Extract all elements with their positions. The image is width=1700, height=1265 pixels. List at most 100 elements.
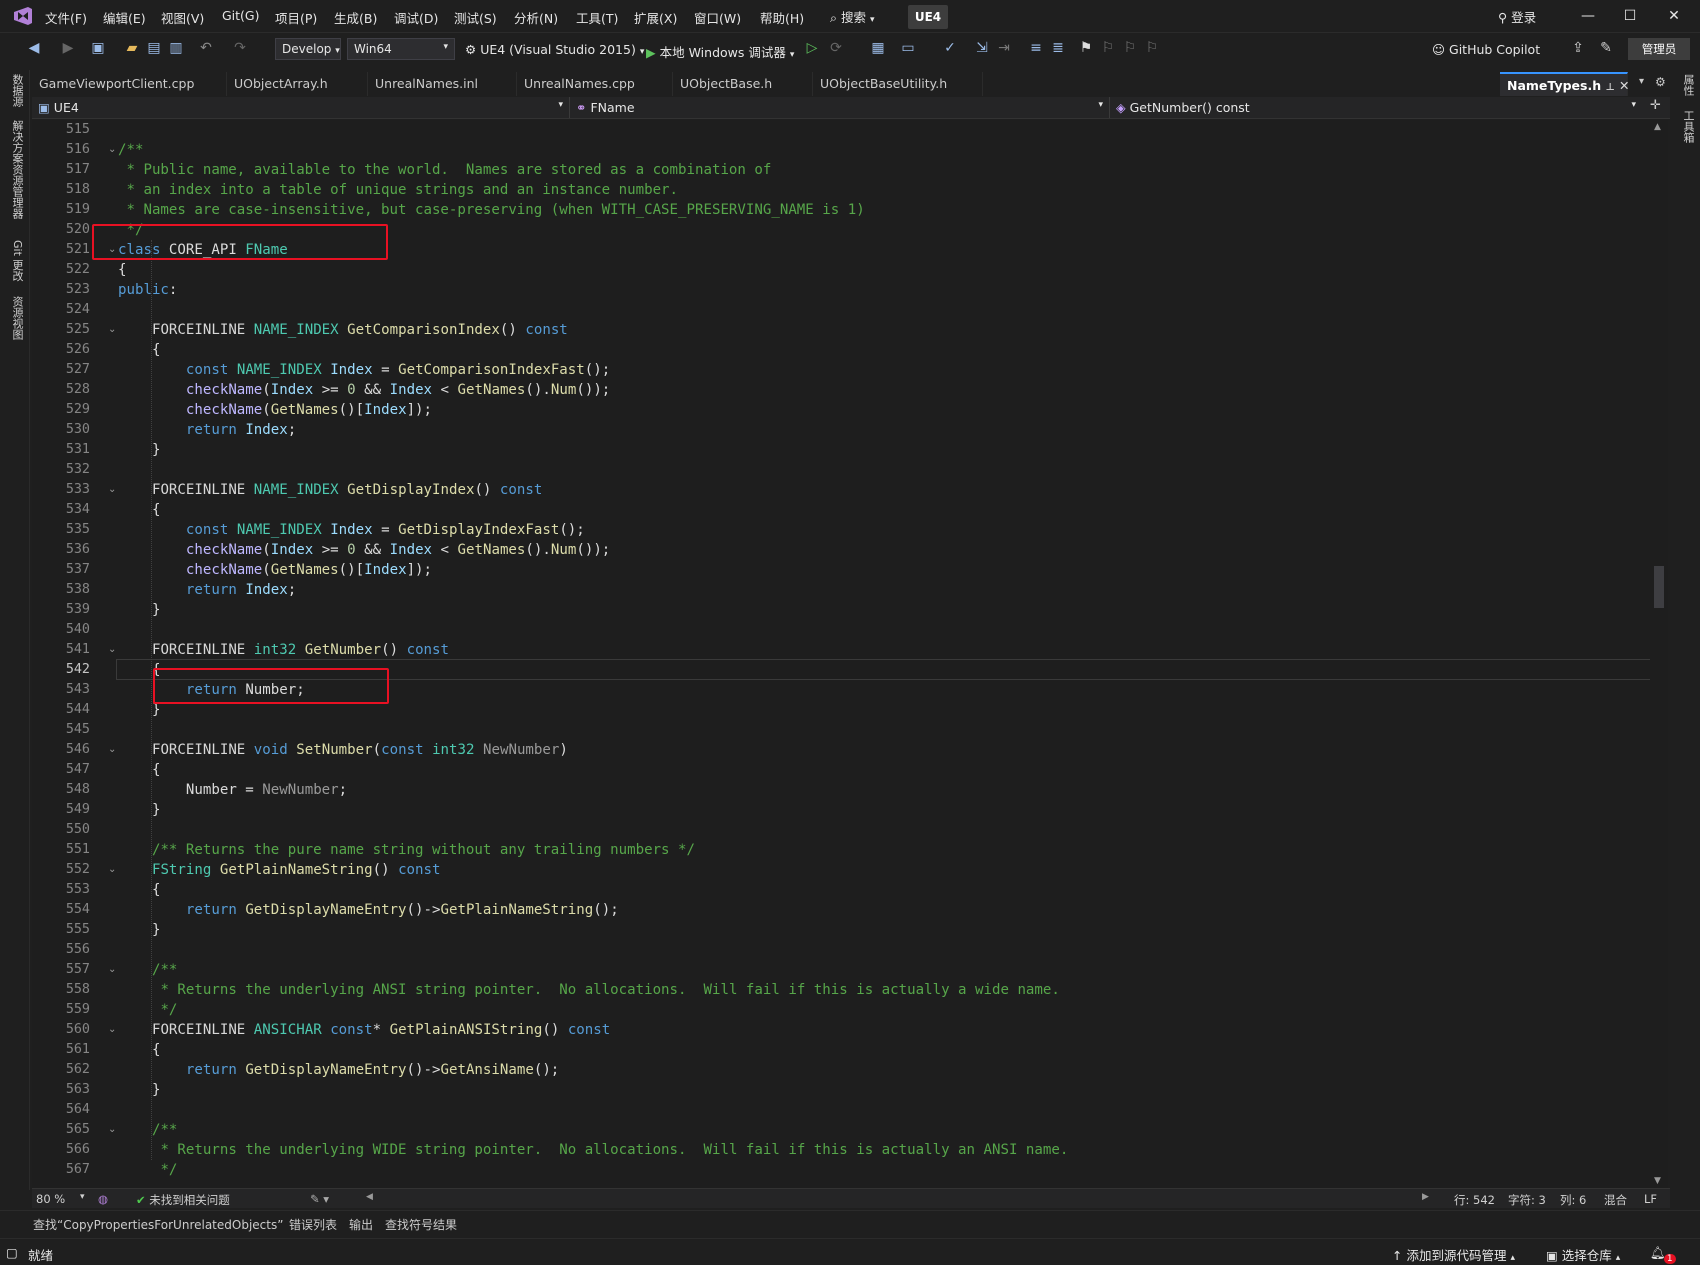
- zoom-level[interactable]: 80 %: [36, 1192, 65, 1206]
- code-cleanup-icon[interactable]: ✎ ▾: [310, 1192, 329, 1206]
- close-tab-icon[interactable]: ✕: [1619, 78, 1629, 93]
- code-line[interactable]: }: [118, 440, 161, 460]
- code-line[interactable]: {: [118, 1040, 161, 1060]
- login-button[interactable]: ⚲ 登录: [1498, 7, 1536, 26]
- menu-tools[interactable]: 工具(T): [576, 8, 618, 27]
- menu-debug[interactable]: 调试(D): [394, 8, 438, 27]
- undo-icon[interactable]: ↶: [198, 40, 214, 56]
- start-debugging-button[interactable]: ▶ 本地 Windows 调试器 ▾: [646, 42, 794, 61]
- code-line[interactable]: FString GetPlainNameString() const: [118, 860, 441, 880]
- save-all-icon[interactable]: ▥: [168, 40, 184, 56]
- code-line[interactable]: return GetDisplayNameEntry()->GetAnsiNam…: [118, 1060, 559, 1080]
- start-without-debugging-icon[interactable]: ▷: [804, 40, 820, 56]
- code-line[interactable]: return Index;: [118, 580, 296, 600]
- menu-git[interactable]: Git(G): [222, 8, 260, 23]
- tab-uobjectbase[interactable]: UObjectBase.h: [673, 72, 813, 96]
- code-line[interactable]: * Names are case-insensitive, but case-p…: [118, 200, 864, 220]
- menu-project[interactable]: 项目(P): [275, 8, 317, 27]
- select-repository-button[interactable]: ▣ 选择仓库 ▴: [1546, 1245, 1620, 1264]
- code-line[interactable]: Number = NewNumber;: [118, 780, 347, 800]
- hot-reload-icon[interactable]: ⟳: [828, 40, 844, 56]
- startup-project-dropdown[interactable]: ⚙ UE4 (Visual Studio 2015) ▾: [465, 42, 644, 57]
- search-button[interactable]: ⌕ 搜索 ▾: [830, 7, 875, 26]
- code-line[interactable]: checkName(Index >= 0 && Index < GetNames…: [118, 380, 610, 400]
- tab-unrealnames-cpp[interactable]: UnrealNames.cpp: [517, 72, 673, 96]
- code-line[interactable]: /** Returns the pure name string without…: [118, 840, 695, 860]
- copilot-status-icon[interactable]: ◍: [98, 1192, 108, 1206]
- code-line[interactable]: }: [118, 600, 161, 620]
- scroll-down-icon[interactable]: ▼: [1654, 1176, 1661, 1186]
- fold-toggle-icon[interactable]: ⌄: [108, 740, 118, 760]
- code-line[interactable]: * Returns the underlying WIDE string poi…: [118, 1140, 1068, 1160]
- code-line[interactable]: FORCEINLINE ANSICHAR const* GetPlainANSI…: [118, 1020, 610, 1040]
- tab-uobjectarray[interactable]: UObjectArray.h: [227, 72, 368, 96]
- close-button[interactable]: ✕: [1654, 5, 1694, 27]
- fold-toggle-icon[interactable]: ⌄: [108, 640, 118, 660]
- add-to-source-control-button[interactable]: ↑ 添加到源代码管理 ▴: [1392, 1245, 1515, 1264]
- code-line[interactable]: {: [118, 500, 161, 520]
- indent-icon[interactable]: ≡: [1028, 40, 1044, 56]
- code-line[interactable]: return Index;: [118, 420, 296, 440]
- whitespace-indicator[interactable]: 混合: [1604, 1192, 1627, 1208]
- forward-icon[interactable]: ▶: [60, 40, 76, 56]
- redo-icon[interactable]: ↷: [232, 40, 248, 56]
- left-strip-data-sources[interactable]: 数据源: [9, 74, 25, 107]
- fold-toggle-icon[interactable]: ⌄: [108, 960, 118, 980]
- maximize-button[interactable]: ☐: [1610, 5, 1650, 27]
- code-line[interactable]: {: [118, 760, 161, 780]
- open-folder-icon[interactable]: ▰: [124, 40, 140, 56]
- code-line[interactable]: /**: [118, 960, 177, 980]
- code-line[interactable]: public:: [118, 280, 177, 300]
- issues-indicator[interactable]: ✔ 未找到相关问题: [136, 1192, 230, 1208]
- code-line[interactable]: FORCEINLINE NAME_INDEX GetDisplayIndex()…: [118, 480, 542, 500]
- window-layout-icon[interactable]: ▭: [900, 40, 916, 56]
- solution-explorer-icon[interactable]: ▦: [870, 40, 886, 56]
- code-line[interactable]: const NAME_INDEX Index = GetComparisonIn…: [118, 360, 610, 380]
- code-line[interactable]: checkName(Index >= 0 && Index < GetNames…: [118, 540, 610, 560]
- code-editor[interactable]: 515 516 ⌄/** 517 * Public name, available t…: [32, 120, 1650, 1188]
- code-line[interactable]: /**: [118, 1120, 177, 1140]
- tab-find-results[interactable]: 查找“CopyPropertiesForUnrelatedObjects”: [33, 1216, 283, 1233]
- clear-bookmarks-icon[interactable]: ⚐: [1144, 40, 1160, 56]
- outdent-icon[interactable]: ≣: [1050, 40, 1066, 56]
- line-indicator[interactable]: 行: 542: [1454, 1192, 1495, 1208]
- settings-icon[interactable]: ⚙: [1655, 75, 1666, 89]
- right-strip-properties[interactable]: 属性: [1680, 74, 1696, 96]
- code-line[interactable]: {: [118, 260, 127, 280]
- code-line[interactable]: * Public name, available to the world. N…: [118, 160, 771, 180]
- tab-output[interactable]: 输出: [349, 1216, 373, 1233]
- fold-toggle-icon[interactable]: ⌄: [108, 860, 118, 880]
- pin-icon[interactable]: ⊥: [1605, 82, 1614, 93]
- save-icon[interactable]: ▤: [146, 40, 162, 56]
- fold-toggle-icon[interactable]: ⌄: [108, 1020, 118, 1040]
- chevron-down-icon[interactable]: ▾: [80, 1192, 85, 1202]
- left-strip-git-changes[interactable]: Git 更改: [9, 240, 25, 281]
- menu-help[interactable]: 帮助(H): [760, 8, 804, 27]
- code-line[interactable]: return GetDisplayNameEntry()->GetPlainNa…: [118, 900, 619, 920]
- fold-toggle-icon[interactable]: ⌄: [108, 1120, 118, 1140]
- right-strip-toolbox[interactable]: 工具箱: [1680, 110, 1696, 143]
- split-editor-icon[interactable]: ✛: [1650, 98, 1661, 113]
- menu-test[interactable]: 测试(S): [454, 8, 497, 27]
- code-line[interactable]: FORCEINLINE int32 GetNumber() const: [118, 640, 449, 660]
- code-line[interactable]: }: [118, 920, 161, 940]
- vertical-scrollbar[interactable]: ▲ ▼: [1650, 120, 1668, 1188]
- menu-file[interactable]: 文件(F): [45, 8, 87, 27]
- back-icon[interactable]: ◀: [26, 40, 42, 56]
- menu-build[interactable]: 生成(B): [334, 8, 377, 27]
- bookmark-icon[interactable]: ⚑: [1078, 40, 1094, 56]
- code-line[interactable]: * an index into a table of unique string…: [118, 180, 678, 200]
- menu-edit[interactable]: 编辑(E): [103, 8, 146, 27]
- code-line[interactable]: {: [118, 880, 161, 900]
- column-indicator[interactable]: 列: 6: [1560, 1192, 1586, 1208]
- notifications-button[interactable]: 🔔︎ 1: [1650, 1245, 1682, 1264]
- code-line[interactable]: * Returns the underlying ANSI string poi…: [118, 980, 1059, 1000]
- scroll-left-icon[interactable]: ◀: [366, 1192, 373, 1202]
- feedback-icon[interactable]: ✎: [1598, 40, 1614, 56]
- share-icon[interactable]: ⇪: [1570, 40, 1586, 56]
- char-indicator[interactable]: 字符: 3: [1508, 1192, 1546, 1208]
- member-scope-dropdown[interactable]: ◈ GetNumber() const ▾: [1110, 97, 1642, 118]
- code-line[interactable]: checkName(GetNames()[Index]);: [118, 400, 432, 420]
- step-over-icon[interactable]: ⇥: [996, 40, 1012, 56]
- code-line[interactable]: }: [118, 1080, 161, 1100]
